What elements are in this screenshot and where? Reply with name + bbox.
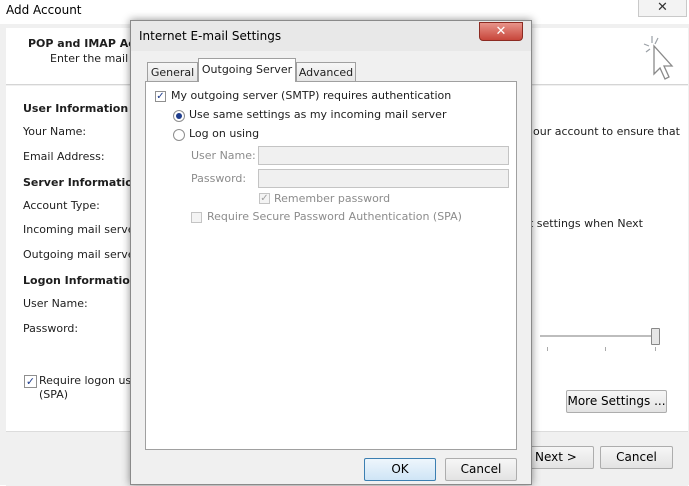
slider-track [540, 335, 660, 337]
require-logon-spa-checkbox[interactable]: ✓ [24, 375, 37, 388]
close-icon[interactable]: ✕ [479, 22, 523, 41]
slider-thumb[interactable] [651, 328, 660, 345]
tab-general[interactable]: General [147, 62, 198, 81]
section-server-information: Server Information [23, 176, 141, 189]
log-on-using-label: Log on using [189, 127, 260, 140]
close-icon[interactable]: ✕ [638, 0, 687, 17]
email-address-label: Email Address: [23, 150, 105, 163]
user-name-label: User Name: [23, 297, 88, 310]
user-name-field[interactable] [258, 146, 509, 165]
tab-advanced[interactable]: Advanced [296, 62, 356, 81]
radio-selected-dot [176, 113, 182, 119]
smtp-auth-checkbox[interactable]: ✓ [155, 91, 166, 102]
dialog-titlebar: Internet E-mail Settings ✕ [131, 21, 531, 51]
test-settings-text: our account to ensure that [533, 125, 680, 138]
smtp-auth-label: My outgoing server (SMTP) requires authe… [171, 89, 452, 102]
your-name-label: Your Name: [23, 125, 87, 138]
window-title: Add Account [6, 3, 82, 17]
slider-tick [605, 347, 606, 351]
log-on-using-radio[interactable] [173, 129, 185, 141]
test-settings-text-2: nt settings when Next [522, 217, 643, 230]
slider-tick [655, 347, 656, 351]
outgoing-server-label: Outgoing mail server [23, 248, 140, 261]
slider-tick [547, 347, 548, 351]
password-label: Password: [23, 322, 79, 335]
use-same-settings-label: Use same settings as my incoming mail se… [189, 108, 447, 121]
next-button[interactable]: Next > [530, 446, 594, 469]
ok-button[interactable]: OK [364, 458, 436, 481]
remember-password-label: Remember password [274, 192, 391, 205]
remember-password-checkbox[interactable]: ✓ [259, 193, 270, 204]
incoming-server-label: Incoming mail server: [23, 223, 143, 236]
spa-label-line2: (SPA) [39, 388, 69, 401]
password-field[interactable] [258, 169, 509, 188]
account-type-label: Account Type: [23, 199, 100, 212]
password-label: Password: [191, 172, 247, 185]
outgoing-server-panel: ✓ My outgoing server (SMTP) requires aut… [145, 81, 517, 450]
section-logon-information: Logon Information [23, 274, 138, 287]
require-spa-checkbox[interactable] [191, 212, 202, 223]
section-user-information: User Information [23, 102, 129, 115]
spa-label-line1: Require logon usi [39, 374, 135, 387]
user-name-label: User Name: [191, 149, 256, 162]
require-spa-label: Require Secure Password Authentication (… [207, 210, 462, 223]
cursor-sparkle-icon [643, 36, 674, 80]
more-settings-button[interactable]: More Settings ... [566, 390, 667, 413]
use-same-settings-radio[interactable] [173, 110, 185, 122]
tab-outgoing-server[interactable]: Outgoing Server [198, 58, 296, 82]
dialog-title: Internet E-mail Settings [139, 29, 282, 43]
wizard-cancel-button[interactable]: Cancel [600, 446, 673, 469]
cancel-button[interactable]: Cancel [445, 458, 517, 481]
internet-email-settings-dialog: Internet E-mail Settings ✕ General Outgo… [130, 20, 532, 485]
